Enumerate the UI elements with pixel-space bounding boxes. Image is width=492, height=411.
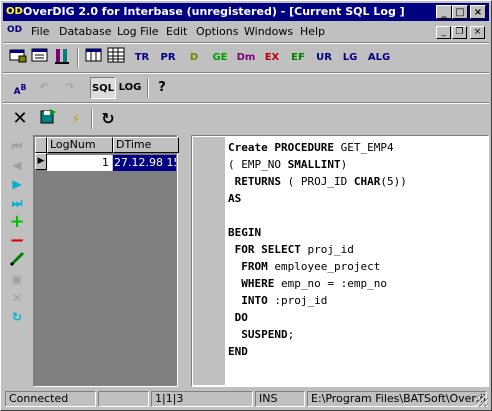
- menu-windows[interactable]: Windows: [244, 25, 293, 38]
- delete-icon[interactable]: ✕: [9, 108, 31, 130]
- close-button[interactable]: ×: [470, 5, 486, 19]
- mdi-document-icon[interactable]: OD: [7, 25, 22, 35]
- menu-options[interactable]: Options: [196, 25, 238, 38]
- code-line: BEGIN: [228, 226, 262, 239]
- menu-file[interactable]: File: [31, 25, 49, 38]
- main-window: OD OverDIG 2.0 for Interbase (unregister…: [0, 0, 492, 411]
- minimize-button[interactable]: _: [436, 5, 452, 19]
- mdi-restore-button[interactable]: ❐: [452, 26, 467, 39]
- run-icon[interactable]: ⚡: [65, 108, 87, 130]
- code-line: Create PROCEDURE GET_EMP4: [228, 141, 394, 154]
- maximize-button[interactable]: □: [452, 5, 468, 19]
- grid-cell-lognum[interactable]: 1: [47, 155, 113, 171]
- cancel-record-icon: ✕: [11, 291, 23, 305]
- code-line: FOR SELECT proj_id: [234, 243, 354, 256]
- menu-database[interactable]: Database: [59, 25, 112, 38]
- status-position: 1|1|3: [151, 391, 253, 407]
- status-mode: INS: [255, 391, 305, 407]
- connect-icon[interactable]: [7, 47, 29, 69]
- sql-toggle-button[interactable]: SQL: [90, 77, 116, 99]
- status-empty: [98, 391, 149, 407]
- column-header-dtime[interactable]: DTime: [113, 137, 179, 153]
- delete-record-icon[interactable]: −: [7, 232, 27, 250]
- menu-edit[interactable]: Edit: [166, 25, 187, 38]
- last-record-icon[interactable]: ⏭: [7, 194, 27, 212]
- code-line: END: [228, 345, 248, 358]
- ex-icon[interactable]: EX: [261, 47, 283, 69]
- code-line: DO: [234, 311, 248, 324]
- resize-grip-icon[interactable]: [476, 395, 488, 407]
- code-line: RETURNS ( PROJ_ID CHAR(5)): [234, 175, 407, 188]
- transfer-icon[interactable]: [51, 47, 73, 69]
- main-toolbar: TR PR D GE Dm EX EF UR LG ALG: [3, 45, 489, 71]
- status-path: E:\Program Files\BATSoft\Overdig: [307, 391, 487, 407]
- pr-icon[interactable]: PR: [157, 47, 179, 69]
- next-record-icon[interactable]: ▶: [7, 175, 27, 193]
- mdi-close-button[interactable]: ×: [470, 26, 485, 39]
- code-line: WHERE emp_no = :emp_no: [241, 277, 387, 290]
- prior-record-icon: ◀: [12, 158, 22, 172]
- insert-record-icon[interactable]: +: [7, 213, 27, 231]
- lg-icon[interactable]: LG: [339, 47, 361, 69]
- code-line: SUSPEND;: [241, 328, 295, 341]
- code-area[interactable]: Create PROCEDURE GET_EMP4 ( EMP_NO SMALLI…: [228, 139, 407, 360]
- record-navigator: ⏮ ◀ ▶ ⏭ + − ▣ ✕ ↻: [4, 135, 32, 387]
- d-icon[interactable]: D: [183, 47, 205, 69]
- separator: [3, 72, 489, 74]
- row-indicator-icon: ▶: [35, 153, 47, 170]
- code-line: INTO :proj_id: [241, 294, 328, 307]
- open-log-icon[interactable]: [37, 108, 59, 130]
- column-header-lognum[interactable]: LogNum: [47, 137, 113, 153]
- window-title: OverDIG 2.0 for Interbase (unregistered)…: [23, 5, 405, 18]
- first-record-icon: ⏮: [11, 139, 23, 153]
- help-icon[interactable]: ?: [151, 77, 173, 99]
- log-grid[interactable]: LogNum DTime ▶ 1 27.12.98 15:: [33, 135, 179, 387]
- grid-cell-dtime[interactable]: 27.12.98 15:: [113, 155, 176, 171]
- mdi-minimize-button[interactable]: _: [436, 26, 451, 39]
- code-line: AS: [228, 192, 242, 205]
- ge-icon[interactable]: GE: [209, 47, 231, 69]
- menu-log-file[interactable]: Log File: [117, 25, 159, 38]
- dm-icon[interactable]: Dm: [235, 47, 257, 69]
- title-bar[interactable]: OD OverDIG 2.0 for Interbase (unregister…: [3, 3, 489, 21]
- alg-icon[interactable]: ALG: [365, 47, 393, 69]
- refresh-data-icon[interactable]: ↻: [7, 308, 27, 326]
- grid-corner: [35, 137, 47, 153]
- sql-window-icon[interactable]: [29, 47, 51, 69]
- code-line: FROM employee_project: [241, 260, 381, 273]
- redo-icon: ↷: [65, 82, 75, 93]
- sql-editor[interactable]: Create PROCEDURE GET_EMP4 ( EMP_NO SMALLI…: [191, 135, 489, 387]
- ur-icon[interactable]: UR: [313, 47, 335, 69]
- ef-icon[interactable]: EF: [287, 47, 309, 69]
- status-connection: Connected: [5, 391, 96, 407]
- status-bar: Connected 1|1|3 INS E:\Program Files\BAT…: [3, 390, 489, 408]
- log-toggle-button[interactable]: LOG: [117, 77, 143, 99]
- log-toolbar: ✕ ⚡ ↻: [3, 106, 489, 132]
- refresh-icon[interactable]: ↻: [97, 108, 119, 130]
- separator: [3, 102, 489, 104]
- grid-icon[interactable]: [105, 47, 127, 69]
- tr-icon[interactable]: TR: [131, 47, 153, 69]
- undo-icon: ↶: [39, 82, 49, 93]
- secondary-toolbar: AB ↶ ↷ SQL LOG ?: [3, 75, 489, 101]
- menu-help[interactable]: Help: [300, 25, 325, 38]
- table-icon[interactable]: [83, 47, 105, 69]
- editor-gutter: [193, 137, 225, 385]
- app-icon: OD: [6, 6, 23, 17]
- post-record-icon: ▣: [11, 272, 23, 286]
- code-line: ( EMP_NO SMALLINT): [228, 158, 348, 171]
- separator: [3, 42, 489, 44]
- format-icon[interactable]: AB: [9, 77, 31, 99]
- menu-bar: OD File Database Log File Edit Options W…: [3, 23, 489, 41]
- edit-record-icon[interactable]: [7, 251, 27, 269]
